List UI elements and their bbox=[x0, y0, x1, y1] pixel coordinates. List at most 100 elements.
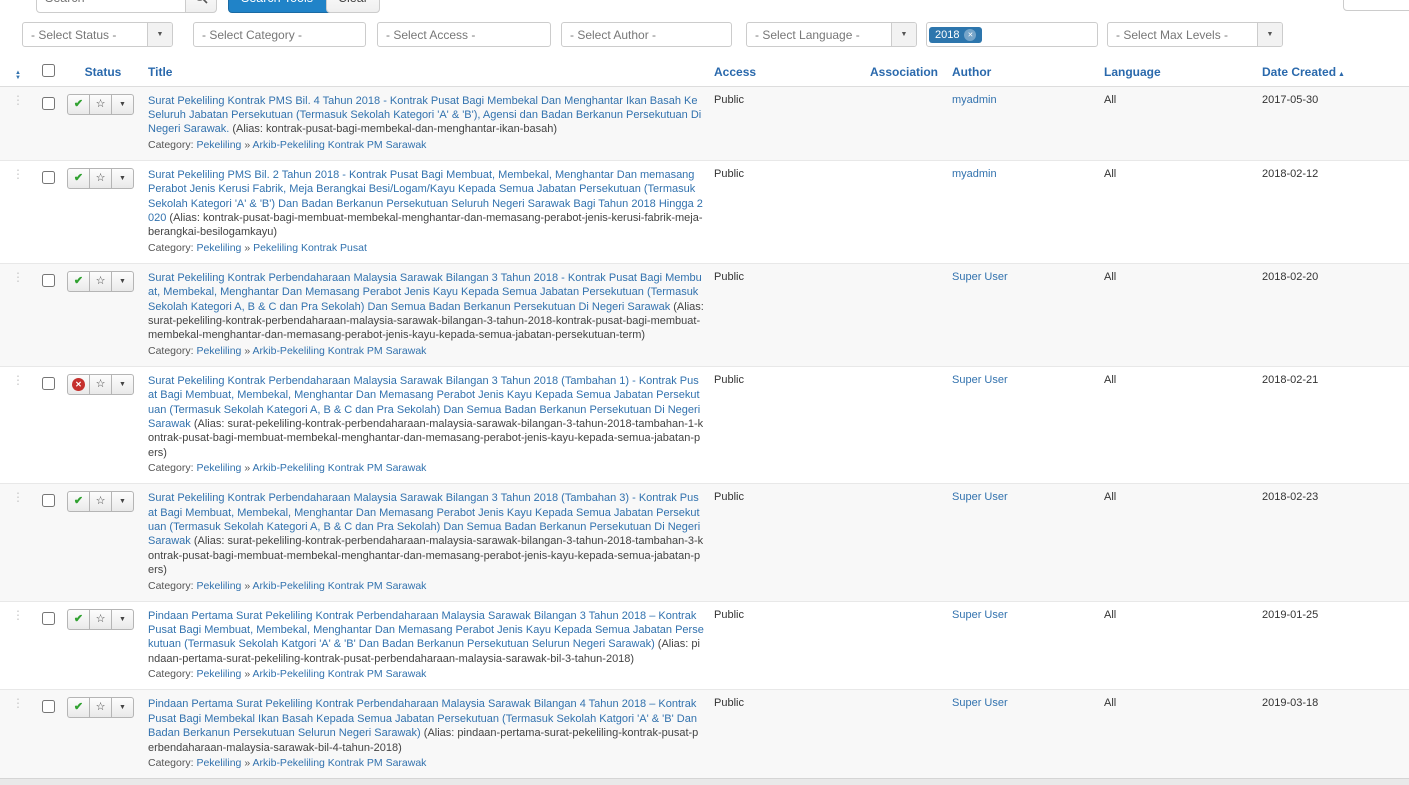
category-child-link[interactable]: Pekeliling Kontrak Pusat bbox=[253, 242, 367, 254]
category-parent-link[interactable]: Pekeliling bbox=[196, 139, 241, 151]
header-access[interactable]: Access bbox=[714, 65, 756, 79]
publish-toggle-button[interactable]: ✔ bbox=[67, 697, 90, 719]
date-created-value: 2017-05-30 bbox=[1262, 93, 1319, 106]
drag-handle-icon[interactable]: ⋮ bbox=[0, 609, 36, 621]
category-filter-select[interactable]: - Select Category - bbox=[193, 22, 366, 47]
author-link[interactable]: Super User bbox=[952, 609, 1008, 621]
header-association[interactable]: Association bbox=[870, 65, 938, 79]
header-title[interactable]: Title bbox=[148, 65, 172, 79]
max-levels-filter-select[interactable]: - Select Max Levels - ▼ bbox=[1107, 22, 1283, 47]
category-parent-link[interactable]: Pekeliling bbox=[196, 242, 241, 254]
remove-tag-icon[interactable]: ✕ bbox=[964, 28, 977, 41]
header-author[interactable]: Author bbox=[952, 65, 991, 79]
language-value: All bbox=[1104, 608, 1117, 621]
sort-order-select[interactable]: Date Ascending bbox=[1343, 0, 1409, 11]
feature-star-button[interactable]: ☆ bbox=[89, 491, 112, 513]
author-link[interactable]: myadmin bbox=[952, 168, 997, 180]
date-created-value: 2019-03-18 bbox=[1262, 697, 1319, 710]
publish-toggle-button[interactable]: ✔ bbox=[67, 93, 90, 115]
feature-star-button[interactable]: ☆ bbox=[89, 93, 112, 115]
feature-star-button[interactable]: ☆ bbox=[89, 697, 112, 719]
clear-button[interactable]: Clear bbox=[326, 0, 380, 13]
article-title-link[interactable]: Surat Pekeliling Kontrak Perbendaharaan … bbox=[148, 272, 702, 313]
author-filter-select[interactable]: - Select Author - bbox=[561, 22, 732, 47]
row-checkbox[interactable] bbox=[42, 494, 55, 508]
publish-toggle-button[interactable]: ✔ bbox=[67, 270, 90, 292]
drag-handle-icon[interactable]: ⋮ bbox=[0, 374, 36, 386]
language-filter-value: - Select Language - bbox=[755, 27, 860, 42]
status-dropdown-button[interactable]: ▼ bbox=[111, 167, 134, 189]
category-child-link[interactable]: Arkib-Pekeliling Kontrak PM Sarawak bbox=[253, 668, 427, 680]
category-parent-link[interactable]: Pekeliling bbox=[196, 757, 241, 769]
access-filter-select[interactable]: - Select Access - bbox=[377, 22, 551, 47]
chevron-down-icon: ▼ bbox=[156, 31, 164, 38]
author-link[interactable]: Super User bbox=[952, 374, 1008, 386]
tag-filter-field[interactable]: 2018 ✕ bbox=[926, 22, 1098, 47]
feature-star-button[interactable]: ☆ bbox=[89, 373, 112, 395]
drag-handle-icon[interactable]: ⋮ bbox=[0, 94, 36, 106]
select-all-checkbox[interactable] bbox=[42, 64, 55, 78]
category-child-link[interactable]: Arkib-Pekeliling Kontrak PM Sarawak bbox=[253, 757, 427, 769]
category-child-link[interactable]: Arkib-Pekeliling Kontrak PM Sarawak bbox=[253, 462, 427, 474]
search-tools-button[interactable]: Search Tools ▼ bbox=[228, 0, 340, 13]
article-alias: (Alias: kontrak-pusat-bagi-membekal-dan-… bbox=[229, 123, 558, 136]
status-footer bbox=[0, 778, 1409, 785]
row-checkbox[interactable] bbox=[42, 376, 55, 390]
row-checkbox[interactable] bbox=[42, 273, 55, 287]
status-filter-select[interactable]: - Select Status - ▼ bbox=[22, 22, 173, 47]
row-checkbox[interactable] bbox=[42, 700, 55, 714]
publish-toggle-button[interactable]: ✔ bbox=[67, 491, 90, 513]
header-date-created[interactable]: Date Created bbox=[1262, 65, 1336, 79]
feature-star-button[interactable]: ☆ bbox=[89, 270, 112, 292]
author-link[interactable]: Super User bbox=[952, 491, 1008, 503]
search-input[interactable] bbox=[36, 0, 186, 13]
status-dropdown-button[interactable]: ▼ bbox=[111, 373, 134, 395]
feature-star-button[interactable]: ☆ bbox=[89, 608, 112, 630]
status-caret-icon: ▼ bbox=[119, 498, 126, 506]
max-levels-filter-caret[interactable]: ▼ bbox=[1257, 23, 1282, 46]
tag-chip: 2018 ✕ bbox=[929, 26, 983, 43]
category-parent-link[interactable]: Pekeliling bbox=[196, 462, 241, 474]
date-created-value: 2019-01-25 bbox=[1262, 608, 1319, 621]
category-prefix: Category: bbox=[148, 462, 194, 475]
publish-toggle-button[interactable]: ✔ bbox=[67, 167, 90, 189]
category-prefix: Category: bbox=[148, 241, 194, 254]
feature-star-button[interactable]: ☆ bbox=[89, 167, 112, 189]
category-parent-link[interactable]: Pekeliling bbox=[196, 668, 241, 680]
table-row: ⋮ ✕ ☆ ▼ Surat Pekeliling Kontrak Perbend… bbox=[0, 366, 1409, 484]
status-dropdown-button[interactable]: ▼ bbox=[111, 608, 134, 630]
ordering-sort-icon[interactable]: ▲ ▼ bbox=[15, 70, 21, 81]
language-filter-select[interactable]: - Select Language - ▼ bbox=[746, 22, 917, 47]
publish-status-icon: ✔ bbox=[73, 97, 84, 110]
publish-status-icon: ✕ bbox=[72, 377, 85, 391]
category-parent-link[interactable]: Pekeliling bbox=[196, 580, 241, 592]
status-dropdown-button[interactable]: ▼ bbox=[111, 491, 134, 513]
sort-ascending-icon: ▲ bbox=[1338, 70, 1345, 78]
category-parent-link[interactable]: Pekeliling bbox=[196, 345, 241, 357]
category-child-link[interactable]: Arkib-Pekeliling Kontrak PM Sarawak bbox=[253, 139, 427, 151]
status-dropdown-button[interactable]: ▼ bbox=[111, 697, 134, 719]
language-filter-caret[interactable]: ▼ bbox=[891, 23, 916, 46]
article-title-link[interactable]: Pindaan Pertama Surat Pekeliling Kontrak… bbox=[148, 610, 704, 651]
publish-toggle-button[interactable]: ✔ bbox=[67, 608, 90, 630]
drag-handle-icon[interactable]: ⋮ bbox=[0, 271, 36, 283]
category-child-link[interactable]: Arkib-Pekeliling Kontrak PM Sarawak bbox=[253, 580, 427, 592]
status-filter-caret[interactable]: ▼ bbox=[147, 23, 172, 46]
drag-handle-icon[interactable]: ⋮ bbox=[0, 168, 36, 180]
search-submit-button[interactable] bbox=[185, 0, 217, 13]
row-checkbox[interactable] bbox=[42, 96, 55, 110]
drag-handle-icon[interactable]: ⋮ bbox=[0, 491, 36, 503]
header-language[interactable]: Language bbox=[1104, 65, 1161, 79]
header-status[interactable]: Status bbox=[85, 65, 122, 79]
status-dropdown-button[interactable]: ▼ bbox=[111, 270, 134, 292]
author-link[interactable]: Super User bbox=[952, 697, 1008, 709]
category-child-link[interactable]: Arkib-Pekeliling Kontrak PM Sarawak bbox=[253, 345, 427, 357]
publish-status-icon: ✔ bbox=[73, 171, 84, 184]
author-link[interactable]: myadmin bbox=[952, 94, 997, 106]
row-checkbox[interactable] bbox=[42, 170, 55, 184]
author-link[interactable]: Super User bbox=[952, 271, 1008, 283]
status-dropdown-button[interactable]: ▼ bbox=[111, 93, 134, 115]
row-checkbox[interactable] bbox=[42, 611, 55, 625]
publish-toggle-button[interactable]: ✕ bbox=[67, 373, 90, 395]
drag-handle-icon[interactable]: ⋮ bbox=[0, 697, 36, 709]
